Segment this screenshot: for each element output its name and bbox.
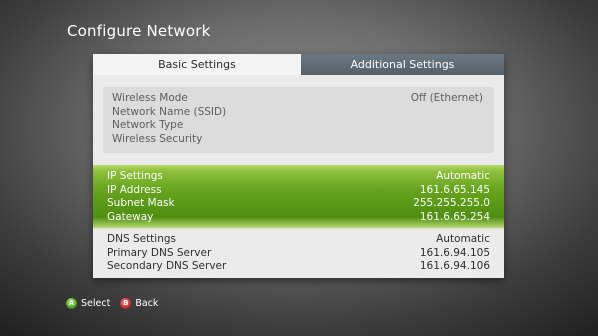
select-hint[interactable]: A Select: [66, 298, 110, 309]
ip-settings-value: Automatic: [436, 170, 490, 182]
secondary-dns-value: 161.6.94.106: [419, 260, 490, 272]
dns-settings-row: DNS Settings Automatic: [93, 233, 504, 247]
subnet-mask-row: Subnet Mask 255.255.255.0: [93, 197, 504, 211]
select-hint-label: Select: [81, 298, 111, 309]
wireless-security-label: Wireless Security: [112, 132, 203, 145]
secondary-dns-label: Secondary DNS Server: [107, 260, 227, 272]
page-title: Configure Network: [67, 22, 211, 40]
wireless-security-row: Wireless Security: [103, 133, 494, 147]
tab-bar: Basic Settings Additional Settings: [93, 54, 504, 75]
back-hint-label: Back: [135, 298, 159, 309]
a-button-icon: A: [66, 298, 77, 309]
network-type-label: Network Type: [112, 119, 184, 131]
wireless-section: Wireless Mode Off (Ethernet) Network Nam…: [93, 75, 504, 165]
wireless-mode-value: Off (Ethernet): [410, 92, 483, 104]
wireless-mode-label: Wireless Mode: [112, 92, 188, 104]
secondary-dns-row: Secondary DNS Server 161.6.94.106: [93, 260, 504, 274]
ip-settings-section[interactable]: IP Settings Automatic IP Address 161.6.6…: [93, 165, 504, 229]
subnet-mask-value: 255.255.255.0: [413, 197, 490, 209]
primary-dns-label: Primary DNS Server: [107, 246, 212, 259]
controller-hints: A Select B Back: [66, 297, 168, 310]
dns-settings-label: DNS Settings: [107, 233, 177, 245]
ip-settings-label: IP Settings: [107, 170, 163, 182]
gateway-row: Gateway 161.6.65.254: [93, 211, 504, 225]
network-name-label: Network Name (SSID): [112, 105, 227, 118]
subnet-mask-label: Subnet Mask: [107, 197, 175, 209]
dns-settings-value: Automatic: [436, 233, 490, 245]
network-name-row: Network Name (SSID): [103, 106, 494, 120]
tab-additional-settings[interactable]: Additional Settings: [301, 54, 504, 75]
primary-dns-value: 161.6.94.105: [419, 246, 490, 259]
configure-network-panel: Basic Settings Additional Settings Wirel…: [93, 54, 504, 278]
network-type-row: Network Type: [103, 119, 494, 133]
wireless-mode-row: Wireless Mode Off (Ethernet): [103, 92, 494, 106]
gateway-value: 161.6.65.254: [419, 210, 490, 223]
dns-settings-section[interactable]: DNS Settings Automatic Primary DNS Serve…: [93, 229, 504, 278]
tab-basic-settings[interactable]: Basic Settings: [93, 54, 301, 75]
gateway-label: Gateway: [107, 210, 154, 223]
primary-dns-row: Primary DNS Server 161.6.94.105: [93, 247, 504, 261]
wireless-settings-box[interactable]: Wireless Mode Off (Ethernet) Network Nam…: [103, 87, 494, 153]
ip-address-row: IP Address 161.6.65.145: [93, 184, 504, 198]
ip-address-label: IP Address: [107, 183, 162, 196]
ip-address-value: 161.6.65.145: [419, 183, 490, 196]
b-button-icon: B: [120, 298, 132, 309]
ip-settings-row: IP Settings Automatic: [93, 170, 504, 184]
back-hint[interactable]: B Back: [120, 298, 158, 309]
